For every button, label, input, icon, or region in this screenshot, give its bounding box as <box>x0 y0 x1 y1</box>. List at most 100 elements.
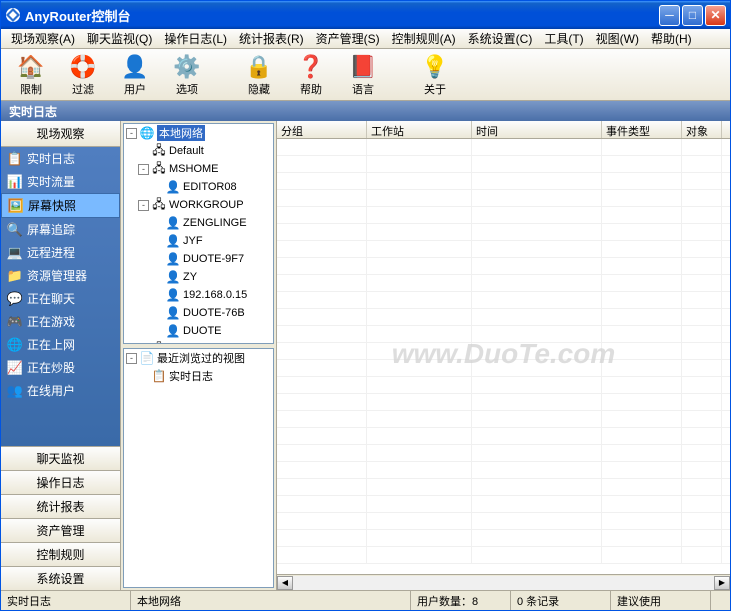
menu-item-6[interactable]: 系统设置(C) <box>462 28 539 49</box>
grid-body[interactable]: www.DuoTe.com <box>277 139 730 574</box>
tree-node[interactable]: 🖧LEYSIN <box>124 340 273 344</box>
column-header[interactable]: 分组 <box>277 121 367 138</box>
sidebar-explorer-label: 资源管理器 <box>27 267 87 284</box>
sidebar-screenshot-label: 屏幕快照 <box>28 197 76 214</box>
language-button-label: 语言 <box>352 81 374 97</box>
sidebar-gaming[interactable]: 🎮正在游戏 <box>1 310 120 333</box>
tree-node[interactable]: 👤EDITOR08 <box>124 178 273 196</box>
tree-icon: 🖧 <box>151 197 167 213</box>
tree-node[interactable]: 👤ZENGLINGE <box>124 214 273 232</box>
sidebar-bottom-5[interactable]: 系统设置 <box>1 566 120 590</box>
window-buttons: ─ □ ✕ <box>659 5 726 26</box>
help-button-label: 帮助 <box>300 81 322 97</box>
column-header[interactable]: 对象 <box>682 121 722 138</box>
table-row <box>277 309 730 326</box>
sidebar-bottom-1[interactable]: 操作日志 <box>1 470 120 494</box>
user-button-label: 用户 <box>124 81 146 97</box>
minimize-button[interactable]: ─ <box>659 5 680 26</box>
options-button[interactable]: ⚙️选项 <box>163 52 211 98</box>
sidebar-online-users-icon: 👥 <box>7 383 23 399</box>
scroll-left-button[interactable]: ◀ <box>277 576 293 590</box>
menu-item-8[interactable]: 视图(W) <box>590 28 645 49</box>
menu-item-5[interactable]: 控制规则(A) <box>386 28 462 49</box>
close-button[interactable]: ✕ <box>705 5 726 26</box>
horizontal-scrollbar[interactable]: ◀ ▶ <box>277 574 730 590</box>
sidebar-stocks-label: 正在炒股 <box>27 359 75 376</box>
sidebar-explorer[interactable]: 📁资源管理器 <box>1 264 120 287</box>
sidebar-screenshot[interactable]: 🖼️屏幕快照 <box>1 193 120 218</box>
limit-button-icon: 🏠 <box>17 53 45 81</box>
language-button[interactable]: 📕语言 <box>339 52 387 98</box>
tree-node[interactable]: -🖧WORKGROUP <box>124 196 273 214</box>
sidebar-bottom-3[interactable]: 资产管理 <box>1 518 120 542</box>
tree-node[interactable]: -📄最近浏览过的视图 <box>124 349 273 367</box>
sidebar-browsing-label: 正在上网 <box>27 336 75 353</box>
tree-icon: 👤 <box>165 233 181 249</box>
tree-node[interactable]: -🖧MSHOME <box>124 160 273 178</box>
tree-node[interactable]: 🖧Default <box>124 142 273 160</box>
tree-node[interactable]: 👤192.168.0.15 <box>124 286 273 304</box>
filter-button[interactable]: 🛟过滤 <box>59 52 107 98</box>
status-cell-0: 实时日志 <box>1 591 131 610</box>
sidebar-header[interactable]: 现场观察 <box>1 121 120 147</box>
sidebar-online-users[interactable]: 👥在线用户 <box>1 379 120 402</box>
tree-toggle-icon[interactable]: - <box>126 128 137 139</box>
tree-toggle-icon[interactable]: - <box>126 353 137 364</box>
limit-button[interactable]: 🏠限制 <box>7 52 55 98</box>
tree-toggle-icon[interactable]: - <box>138 164 149 175</box>
help-button-icon: ❓ <box>297 53 325 81</box>
banner-title: 实时日志 <box>9 103 57 120</box>
tree-label: 本地网络 <box>157 125 205 141</box>
sidebar-realtime-traffic[interactable]: 📊实时流量 <box>1 170 120 193</box>
sidebar-bottom-2[interactable]: 统计报表 <box>1 494 120 518</box>
menu-item-2[interactable]: 操作日志(L) <box>158 28 233 49</box>
menu-item-4[interactable]: 资产管理(S) <box>310 28 386 49</box>
tree-node[interactable]: 👤DUOTE-76B <box>124 304 273 322</box>
menu-item-1[interactable]: 聊天监视(Q) <box>81 28 158 49</box>
status-cell-2: 用户数量：8 <box>411 591 511 610</box>
table-row <box>277 275 730 292</box>
tree-node[interactable]: -🌐本地网络 <box>124 124 273 142</box>
tree-node[interactable]: 👤ZY <box>124 268 273 286</box>
column-header[interactable]: 时间 <box>472 121 602 138</box>
help-button[interactable]: ❓帮助 <box>287 52 335 98</box>
sidebar-screen-track[interactable]: 🔍屏幕追踪 <box>1 218 120 241</box>
menu-item-7[interactable]: 工具(T) <box>538 28 589 49</box>
tree-toggle-icon[interactable]: - <box>138 200 149 211</box>
sidebar-realtime-log[interactable]: 📋实时日志 <box>1 147 120 170</box>
sidebar-list: 📋实时日志📊实时流量🖼️屏幕快照🔍屏幕追踪💻远程进程📁资源管理器💬正在聊天🎮正在… <box>1 147 120 446</box>
user-button[interactable]: 👤用户 <box>111 52 159 98</box>
menu-item-0[interactable]: 现场观察(A) <box>5 28 81 49</box>
tree-node[interactable]: 📋实时日志 <box>124 367 273 385</box>
filter-button-label: 过滤 <box>72 81 94 97</box>
column-header[interactable]: 事件类型 <box>602 121 682 138</box>
sidebar-bottom-0[interactable]: 聊天监视 <box>1 446 120 470</box>
sidebar-stocks[interactable]: 📈正在炒股 <box>1 356 120 379</box>
tree-node[interactable]: 👤DUOTE <box>124 322 273 340</box>
about-button[interactable]: 💡关于 <box>411 52 459 98</box>
hide-button-label: 隐藏 <box>248 81 270 97</box>
tree-node[interactable]: 👤DUOTE-9F7 <box>124 250 273 268</box>
table-row <box>277 139 730 156</box>
recent-tree[interactable]: -📄最近浏览过的视图📋实时日志 <box>123 348 274 588</box>
tree-node[interactable]: 👤JYF <box>124 232 273 250</box>
app-window: AnyRouter控制台 ─ □ ✕ 现场观察(A)聊天监视(Q)操作日志(L)… <box>0 0 731 611</box>
scroll-right-button[interactable]: ▶ <box>714 576 730 590</box>
column-header[interactable]: 工作站 <box>367 121 472 138</box>
menu-item-3[interactable]: 统计报表(R) <box>233 28 310 49</box>
sidebar-chatting[interactable]: 💬正在聊天 <box>1 287 120 310</box>
hide-button[interactable]: 🔒隐藏 <box>235 52 283 98</box>
network-tree[interactable]: -🌐本地网络🖧Default-🖧MSHOME👤EDITOR08-🖧WORKGRO… <box>123 123 274 344</box>
about-button-icon: 💡 <box>421 53 449 81</box>
sidebar-browsing[interactable]: 🌐正在上网 <box>1 333 120 356</box>
tree-label: EDITOR08 <box>183 181 237 193</box>
menu-item-9[interactable]: 帮助(H) <box>645 28 698 49</box>
sidebar-remote-process[interactable]: 💻远程进程 <box>1 241 120 264</box>
sidebar-bottom-4[interactable]: 控制规则 <box>1 542 120 566</box>
table-row <box>277 411 730 428</box>
table-row <box>277 547 730 564</box>
status-cell-3: 0 条记录 <box>511 591 611 610</box>
sidebar-screen-track-icon: 🔍 <box>7 222 23 238</box>
scroll-track[interactable] <box>293 576 714 590</box>
maximize-button[interactable]: □ <box>682 5 703 26</box>
